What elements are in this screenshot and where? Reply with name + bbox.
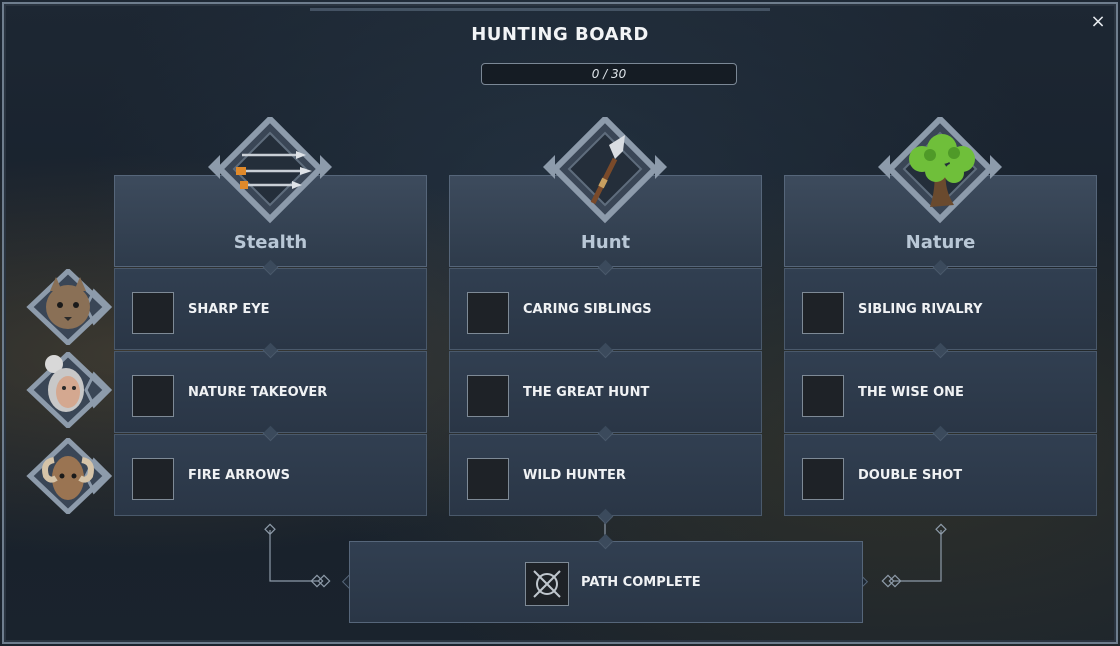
leaf-shadow-icon <box>132 375 174 417</box>
skill-label: CARING SIBLINGS <box>523 302 652 317</box>
snarling-wolf-icon <box>802 292 844 334</box>
column-title: Stealth <box>233 232 308 253</box>
wolf-head-icon <box>132 292 174 334</box>
skill-card[interactable]: DOUBLE SHOT <box>784 434 1097 516</box>
skill-label: NATURE TAKEOVER <box>188 385 328 400</box>
skill-card[interactable]: FIRE ARROWS <box>114 434 427 516</box>
skill-label: DOUBLE SHOT <box>858 468 963 483</box>
twin-arrows-icon <box>802 458 844 500</box>
skill-label: SIBLING RIVALRY <box>858 302 983 317</box>
boar-icon <box>467 458 509 500</box>
spear-icon <box>535 117 675 225</box>
skill-card[interactable]: WILD HUNTER <box>449 434 762 516</box>
flaming-arrows-icon <box>132 458 174 500</box>
column-title: Nature <box>905 232 976 253</box>
huntress-portrait-icon <box>24 352 114 428</box>
skill-card[interactable]: THE GREAT HUNT <box>449 351 762 433</box>
skill-card[interactable]: NATURE TAKEOVER <box>114 351 427 433</box>
rune-icon <box>802 375 844 417</box>
beast-icon <box>467 375 509 417</box>
arrows-icon <box>200 117 340 225</box>
skill-label: FIRE ARROWS <box>188 468 290 483</box>
path-complete-label: PATH COMPLETE <box>581 575 701 590</box>
wolf-pair-icon <box>467 292 509 334</box>
skill-label: THE GREAT HUNT <box>523 385 650 400</box>
skill-card[interactable]: THE WISE ONE <box>784 351 1097 433</box>
skill-label: SHARP EYE <box>188 302 270 317</box>
skill-label: THE WISE ONE <box>858 385 964 400</box>
tree-icon <box>870 117 1010 225</box>
ram-portrait-icon <box>24 438 114 514</box>
column-title: Hunt <box>580 232 631 253</box>
crossed-arrows-emblem-icon <box>525 562 569 606</box>
lynx-portrait-icon <box>24 269 114 345</box>
skill-card[interactable]: CARING SIBLINGS <box>449 268 762 350</box>
skill-label: WILD HUNTER <box>523 468 626 483</box>
skill-card[interactable]: SIBLING RIVALRY <box>784 268 1097 350</box>
path-complete-card[interactable]: PATH COMPLETE <box>349 541 863 623</box>
skill-card[interactable]: SHARP EYE <box>114 268 427 350</box>
